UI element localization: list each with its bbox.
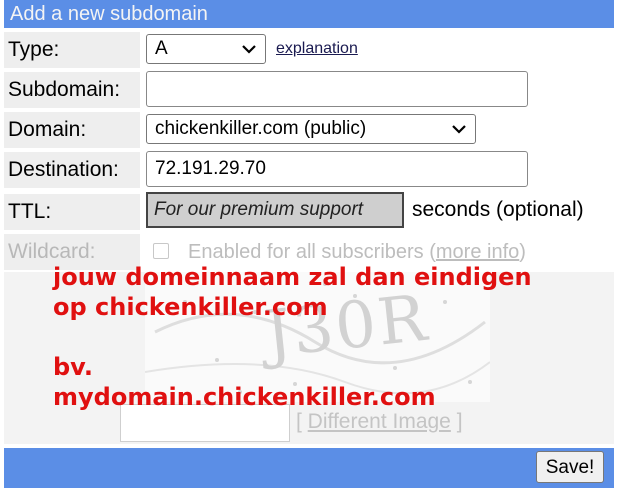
type-select-value: A <box>155 38 168 59</box>
wildcard-close-paren: ) <box>519 241 526 263</box>
form-header: Add a new subdomain <box>4 0 614 28</box>
footer-bar <box>4 448 614 488</box>
ttl-input[interactable]: For our premium support <box>146 192 404 228</box>
different-image-link[interactable]: [ Different Image ] <box>296 410 463 434</box>
bracket-open: [ <box>296 410 308 433</box>
overlay-line-3: bv. <box>53 353 93 381</box>
chevron-down-icon <box>241 38 257 60</box>
bracket-close: ] <box>450 410 463 433</box>
overlay-line-1: jouw domeinnaam zal dan eindigen <box>53 263 532 291</box>
domain-select[interactable]: chickenkiller.com (public) <box>146 114 476 144</box>
subdomain-label: Subdomain: <box>4 72 140 108</box>
wildcard-checkbox[interactable] <box>153 243 169 259</box>
type-label: Type: <box>4 32 140 68</box>
domain-label: Domain: <box>4 112 140 148</box>
domain-select-value: chickenkiller.com (public) <box>155 118 367 139</box>
wildcard-checkbox-label: Enabled for all subscribers (more info) <box>188 241 526 264</box>
destination-label: Destination: <box>4 152 140 188</box>
subdomain-input[interactable] <box>146 71 528 107</box>
ttl-suffix: seconds (optional) <box>412 198 584 221</box>
overlay-annotation: jouw domeinnaam zal dan eindigen op chic… <box>53 262 613 412</box>
save-button[interactable]: Save! <box>536 451 604 483</box>
overlay-line-2: op chickenkiller.com <box>53 293 328 321</box>
chevron-down-icon <box>451 118 467 140</box>
more-info-link[interactable]: more info <box>436 241 519 263</box>
destination-input[interactable]: 72.191.29.70 <box>146 151 528 187</box>
overlay-line-4: mydomain.chickenkiller.com <box>53 383 436 411</box>
different-image-text: Different Image <box>307 410 451 433</box>
ttl-label: TTL: <box>4 194 140 230</box>
wildcard-text: Enabled for all subscribers ( <box>188 241 436 263</box>
explanation-link[interactable]: explanation <box>276 40 358 58</box>
type-select[interactable]: A <box>146 34 266 64</box>
overlay-spacer <box>53 322 613 352</box>
